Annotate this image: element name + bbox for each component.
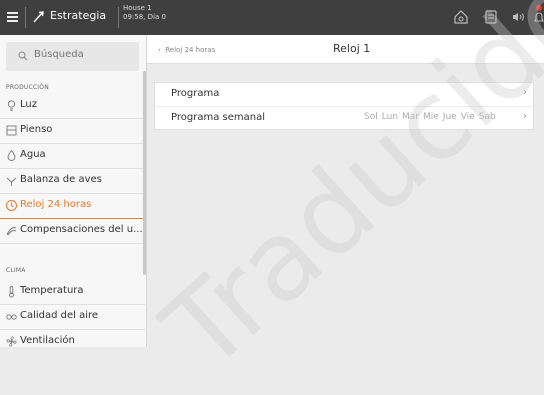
row-label: Programa semanal [171,112,265,123]
sound-icon[interactable] [509,8,527,26]
settings-card: Programa › Programa semanal Sol Lun Mar Mie… [154,82,534,130]
sidebar-item-label: Agua [20,149,46,160]
sidebar-item-label: Calidad del aire [20,310,99,321]
sidebar-item-reloj-24-horas[interactable]: Reloj 24 horas [0,194,145,219]
page-title[interactable]: Estrategia [50,9,106,22]
weekday-list: Sol Lun Mar Mie Jue Vie Sab [364,112,500,122]
chevron-right-icon: › [523,87,527,98]
sidebar-item-label: Ventilación [20,335,75,346]
bulb-icon [7,100,16,111]
compensation-icon [6,227,17,236]
sidebar-item-temperatura[interactable]: Temperatura [0,280,145,304]
row-programa-semanal[interactable]: Programa semanal Sol Lun Mar Mie Jue Vie Sab › [155,107,533,130]
clock-icon [6,200,17,211]
top-bar: Estrategia House 1 09:58, Día 0 [0,0,544,35]
search-input[interactable] [34,49,134,60]
day-label: Sol [364,112,378,122]
divider [0,243,145,244]
sidebar-item-label: Pienso [20,124,53,135]
divider [118,7,119,28]
page-heading: Reloj 1 [333,42,371,55]
sidebar-item-label: Luz [20,99,37,110]
day-label: Mar [402,112,419,122]
notification-badge [536,5,542,11]
sidebar-item-label: Compensaciones del u... [20,224,142,235]
water-drop-icon [7,149,16,161]
day-label: Jue [442,112,457,122]
strategy-icon [33,11,44,23]
sidebar-item-agua[interactable]: Agua [0,144,145,168]
main-content: ‹ Reloj 24 horas Reloj 1 Programa › Prog… [147,35,544,347]
house-info[interactable]: House 1 09:58, Día 0 [123,4,166,22]
sidebar-scrollbar[interactable] [143,71,146,275]
row-programa[interactable]: Programa › [155,83,533,106]
co2-icon [6,314,17,320]
house-name: House 1 [123,4,152,12]
day-label: Sab [478,112,496,122]
sidebar-item-label: Balanza de aves [20,174,102,185]
divider [25,7,26,28]
breadcrumb-back-label: Reloj 24 horas [165,46,216,54]
search-box[interactable] [6,42,139,71]
row-label: Programa [171,88,220,99]
feed-icon [6,125,17,136]
bird-scale-icon [6,177,17,186]
day-label: Vie [460,112,475,122]
fan-icon [6,336,17,347]
sidebar-item-balanza[interactable]: Balanza de aves [0,169,145,193]
document-icon[interactable] [482,8,500,26]
sidebar-item-label: Temperatura [20,285,84,296]
day-label: Mie [422,112,439,122]
sidebar-item-compensaciones[interactable]: Compensaciones del u... [0,219,145,243]
sidebar-item-calidad-aire[interactable]: Calidad del aire [0,305,145,329]
breadcrumb-back-link[interactable]: ‹ Reloj 24 horas [158,46,215,54]
section-label-climate: CLIMA [6,267,26,274]
chevron-right-icon: › [523,111,527,122]
section-label-production: PRODUCCIÓN [6,84,49,91]
home-icon[interactable] [452,8,470,26]
hamburger-menu-icon[interactable] [4,8,22,26]
sidebar-item-ventilacion[interactable]: Ventilación [0,330,145,354]
house-time: 09:58, Día 0 [123,13,166,21]
sidebar-item-pienso[interactable]: Pienso [0,119,145,143]
header-bar: ‹ Reloj 24 horas Reloj 1 [147,35,544,64]
sidebar-item-luz[interactable]: Luz [0,94,145,118]
sidebar: PRODUCCIÓN Luz Pienso Agua Balanza de av… [0,35,147,347]
search-icon [18,51,28,61]
sidebar-item-label: Reloj 24 horas [20,199,92,210]
day-label: Lun [381,112,398,122]
thermometer-icon [9,286,14,298]
